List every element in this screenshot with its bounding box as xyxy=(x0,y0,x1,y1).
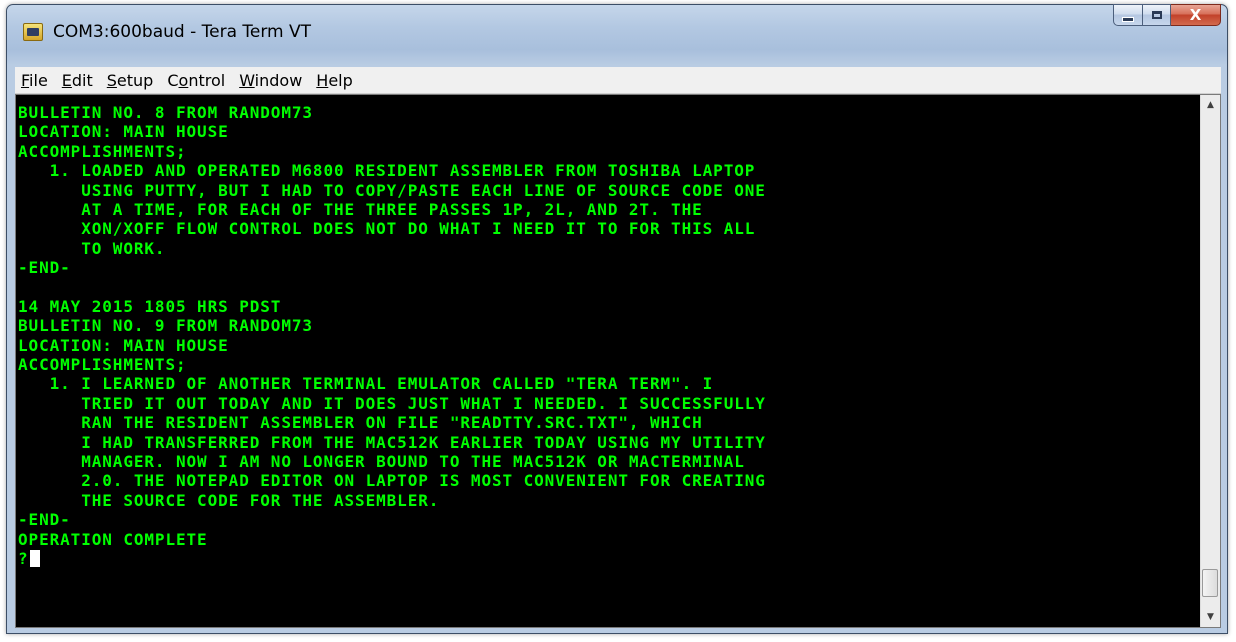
menu-edit-accel: E xyxy=(61,70,72,90)
title-bar[interactable]: COM3:600baud - Tera Term VT X xyxy=(7,4,1227,61)
tera-term-app-icon[interactable] xyxy=(23,23,43,41)
terminal-output: BULLETIN NO. 8 FROM RANDOM73 LOCATION: M… xyxy=(18,103,1198,568)
terminal-line: BULLETIN NO. 8 FROM RANDOM73 xyxy=(18,103,313,122)
terminal-line: 1. I LEARNED OF ANOTHER TERMINAL EMULATO… xyxy=(18,374,714,394)
maximize-icon xyxy=(1151,11,1162,19)
prompt-line[interactable]: ? xyxy=(18,549,1198,568)
menu-setup-accel: S xyxy=(106,70,117,90)
terminal-line: THE SOURCE CODE FOR THE ASSEMBLER. xyxy=(18,490,440,510)
scroll-up-arrow-icon: ▲ xyxy=(1207,100,1214,110)
menu-bar: File Edit Setup Control Window Help xyxy=(15,67,1221,94)
text-cursor xyxy=(29,550,40,568)
scroll-down-arrow-icon: ▼ xyxy=(1207,612,1214,622)
terminal-line: LOCATION: MAIN HOUSE xyxy=(18,335,229,355)
menu-control-accel: o xyxy=(178,70,189,90)
terminal-line: 14 MAY 2015 1805 HRS PDST xyxy=(18,296,282,316)
menu-control-rest: ntrol xyxy=(188,70,226,90)
scroll-up-button[interactable]: ▲ xyxy=(1201,95,1220,115)
terminal-line: MANAGER. NOW I AM NO LONGER BOUND TO THE… xyxy=(18,452,745,472)
menu-edit-rest: dit xyxy=(71,70,93,90)
menu-control-pre: C xyxy=(167,70,179,90)
terminal-line: TO WORK. xyxy=(18,238,166,258)
menu-window-rest: indow xyxy=(254,70,303,90)
terminal-line: XON/XOFF FLOW CONTROL DOES NOT DO WHAT I… xyxy=(18,219,756,239)
terminal-line: 2.0. THE NOTEPAD EDITOR ON LAPTOP IS MOS… xyxy=(18,471,766,491)
minimize-icon xyxy=(1122,16,1134,22)
caption-buttons: X xyxy=(1113,4,1221,26)
menu-help-rest: elp xyxy=(328,70,353,90)
menu-setup-rest: etup xyxy=(116,70,154,90)
menu-help-accel: H xyxy=(316,70,329,90)
menu-control[interactable]: Control xyxy=(161,71,231,90)
terminal-screen[interactable]: BULLETIN NO. 8 FROM RANDOM73 LOCATION: M… xyxy=(15,94,1221,628)
terminal-line: AT A TIME, FOR EACH OF THE THREE PASSES … xyxy=(18,199,703,219)
terminal-line: -END- xyxy=(18,258,71,278)
terminal-line: RAN THE RESIDENT ASSEMBLER ON FILE "READ… xyxy=(18,413,703,433)
terminal-line: TRIED IT OUT TODAY AND IT DOES JUST WHAT… xyxy=(18,393,766,413)
menu-window-accel: W xyxy=(239,70,255,90)
close-icon: X xyxy=(1189,6,1202,24)
terminal-line: USING PUTTY, BUT I HAD TO COPY/PASTE EAC… xyxy=(18,180,766,200)
menu-file[interactable]: File xyxy=(15,71,54,90)
minimize-button[interactable] xyxy=(1113,4,1143,26)
terminal-line: 1. LOADED AND OPERATED M6800 RESIDENT AS… xyxy=(18,161,756,181)
menu-edit[interactable]: Edit xyxy=(56,71,99,90)
menu-window[interactable]: Window xyxy=(233,71,308,90)
terminal-line: OPERATION COMPLETE xyxy=(18,529,208,549)
terminal-line: ACCOMPLISHMENTS; xyxy=(18,141,187,161)
menu-setup[interactable]: Setup xyxy=(101,71,160,90)
terminal-line: LOCATION: MAIN HOUSE xyxy=(18,122,229,142)
menu-file-rest: ile xyxy=(29,70,48,90)
terminal-line: ACCOMPLISHMENTS; xyxy=(18,355,187,375)
tera-term-window: COM3:600baud - Tera Term VT X File Edit … xyxy=(6,4,1228,634)
menu-file-accel: F xyxy=(21,70,30,90)
terminal-line: BULLETIN NO. 9 FROM RANDOM73 xyxy=(18,316,313,336)
vertical-scrollbar[interactable]: ▲ ▼ xyxy=(1200,95,1220,627)
prompt-char: ? xyxy=(18,548,29,568)
terminal-line: I HAD TRANSFERRED FROM THE MAC512K EARLI… xyxy=(18,432,766,452)
terminal-line: -END- xyxy=(18,510,71,530)
maximize-button[interactable] xyxy=(1143,4,1171,26)
menu-help[interactable]: Help xyxy=(310,71,358,90)
close-button[interactable]: X xyxy=(1171,4,1221,26)
scroll-down-button[interactable]: ▼ xyxy=(1201,607,1220,627)
window-title: COM3:600baud - Tera Term VT xyxy=(53,22,312,42)
scroll-thumb[interactable] xyxy=(1202,569,1218,597)
